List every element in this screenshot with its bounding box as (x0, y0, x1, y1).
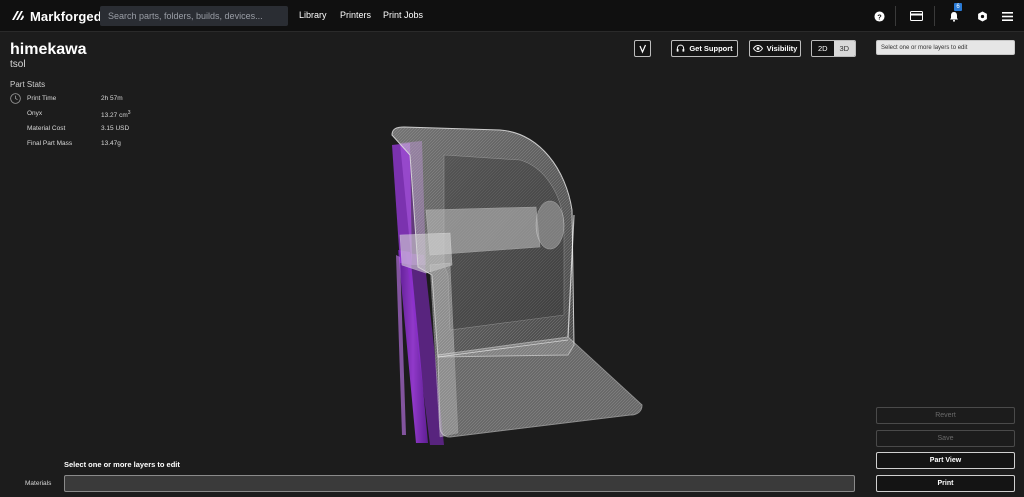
part-subtitle: tsol (10, 59, 26, 70)
nav-link-printers[interactable]: Printers (340, 10, 371, 20)
card-icon (909, 11, 923, 21)
part-preview-viewport[interactable] (340, 115, 670, 455)
stat-label: Print Time (27, 95, 57, 102)
top-nav: Markforged Library Printers Print Jobs ?… (0, 0, 1024, 32)
nav-link-print-jobs[interactable]: Print Jobs (383, 10, 423, 20)
stat-value-unit-superscript: 3 (127, 110, 131, 116)
hamburger-menu-icon (1001, 11, 1013, 21)
layer-select-dropdown[interactable]: Select one or more layers to edit (876, 40, 1015, 55)
menu-button[interactable] (999, 6, 1015, 26)
get-support-button[interactable]: Get Support (671, 40, 738, 57)
eye-icon (752, 45, 763, 52)
stat-label: Material Cost (27, 125, 66, 132)
visibility-label: Visibility (766, 44, 798, 53)
stat-value: 2h 57m (101, 95, 123, 102)
materials-label: Materials (25, 480, 52, 487)
stat-row-material-cost: Material Cost 3.15 USD (0, 124, 200, 136)
nav-divider (895, 6, 896, 26)
part-title: himekawa (10, 41, 87, 58)
help-button[interactable]: ? (871, 6, 887, 26)
bell-icon (950, 11, 958, 22)
view-3d-button[interactable]: 3D (833, 41, 855, 56)
save-button[interactable]: Save (876, 430, 1015, 447)
version-marker-icon (639, 44, 647, 54)
materials-layer-bar[interactable] (64, 475, 855, 492)
stat-label: Onyx (27, 110, 43, 117)
nav-link-library[interactable]: Library (299, 10, 327, 20)
print-button[interactable]: Print (876, 475, 1015, 492)
notification-badge: 6 (954, 3, 962, 11)
part-stats-heading: Part Stats (10, 80, 46, 89)
layer-edit-hint: Select one or more layers to edit (64, 460, 180, 469)
device-button[interactable] (907, 6, 925, 26)
help-icon: ? (873, 10, 885, 22)
brand-logo[interactable]: Markforged (10, 7, 102, 25)
part-view-button[interactable]: Part View (876, 452, 1015, 469)
notifications-button[interactable]: 6 (946, 3, 962, 26)
view-mode-toggle: 2D 3D (811, 40, 856, 57)
view-2d-button[interactable]: 2D (812, 41, 834, 56)
stat-value: 3.15 USD (101, 125, 130, 132)
nav-divider (934, 6, 935, 26)
stat-value: 13.47g (101, 140, 121, 147)
version-button[interactable] (634, 40, 651, 57)
brand-name: Markforged (30, 8, 102, 24)
settings-button[interactable] (974, 6, 990, 26)
stat-label: Final Part Mass (27, 140, 73, 147)
hexagon-gear-icon (977, 10, 987, 22)
search-input[interactable] (100, 6, 288, 26)
get-support-label: Get Support (689, 44, 733, 53)
stat-row-onyx: Onyx 13.27 cm3 (0, 109, 200, 121)
stat-row-print-time: Print Time 2h 57m (0, 94, 200, 106)
headset-icon (677, 44, 685, 52)
stat-value-text: 13.27 cm (101, 112, 128, 120)
stat-row-final-part-mass: Final Part Mass 13.47g (0, 139, 200, 151)
svg-text:?: ? (877, 12, 882, 21)
revert-button[interactable]: Revert (876, 407, 1015, 424)
stat-value: 13.27 cm3 (101, 110, 131, 119)
markforged-logo-icon (12, 11, 24, 20)
visibility-button[interactable]: Visibility (749, 40, 801, 57)
